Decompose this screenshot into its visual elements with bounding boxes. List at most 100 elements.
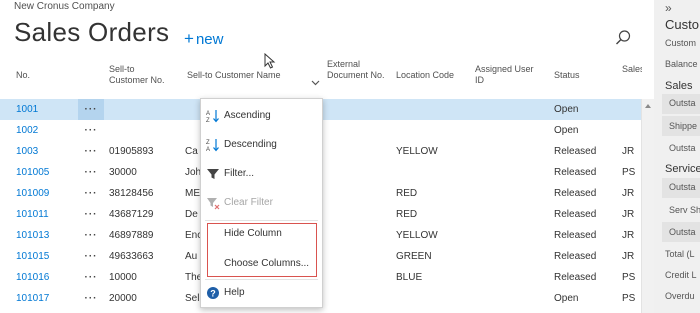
order-no-link[interactable]: 101011: [16, 204, 49, 225]
column-header-status[interactable]: Status: [554, 70, 580, 81]
factbox-item[interactable]: Balance: [665, 59, 698, 69]
factbox-cue[interactable]: Outsta: [669, 227, 696, 237]
table-row[interactable]: 101005 ··· 30000 Joh Released PS: [0, 162, 654, 183]
sort-ascending-icon: A Z: [206, 110, 219, 123]
location-code-cell: YELLOW: [396, 146, 438, 157]
column-header-salesperson-code[interactable]: Salesperson Code: [622, 64, 642, 75]
location-code-cell: RED: [396, 209, 418, 220]
factbox-cue[interactable]: Serv Sh: [669, 205, 700, 215]
sell-to-customer-name-cell: The: [185, 272, 201, 283]
row-actions-ellipsis[interactable]: ···: [78, 225, 104, 246]
table-row[interactable]: 101016 ··· 10000 The BLUE Released PS: [0, 267, 654, 288]
sell-to-customer-no-cell: 20000: [109, 293, 137, 304]
salesperson-code-cell: JR: [622, 230, 635, 241]
row-actions-ellipsis[interactable]: ···: [78, 183, 104, 204]
status-cell: Open: [554, 104, 579, 115]
salesperson-code-cell: JR: [622, 146, 635, 157]
order-no-link[interactable]: 101009: [16, 183, 49, 204]
sell-to-customer-name-cell: Enc: [185, 230, 201, 241]
order-no-link[interactable]: 101017: [16, 288, 49, 309]
factbox-item[interactable]: Custom: [665, 38, 696, 48]
row-actions-ellipsis[interactable]: ···: [78, 288, 104, 309]
row-actions-ellipsis[interactable]: ···: [78, 120, 104, 141]
collapse-factbox-icon[interactable]: »: [665, 1, 672, 15]
factbox-cue[interactable]: Outsta: [669, 182, 696, 192]
filter-icon: [207, 169, 219, 179]
table-row[interactable]: 1002 ··· Open: [0, 120, 654, 141]
menu-item-clear-filter: Clear Filter: [201, 188, 322, 217]
column-header-assigned-user-id[interactable]: Assigned User ID: [475, 64, 535, 86]
new-button[interactable]: + new: [184, 29, 223, 49]
salesperson-code-cell: JR: [622, 209, 635, 220]
sell-to-customer-no-cell: 46897889: [109, 230, 154, 241]
sell-to-customer-no-cell: 01905893: [109, 146, 154, 157]
column-header-sell-to-customer-name[interactable]: Sell-to Customer Name: [187, 70, 281, 81]
order-no-link[interactable]: 1002: [16, 120, 38, 141]
status-cell: Released: [554, 188, 597, 199]
order-no-link[interactable]: 1003: [16, 141, 38, 162]
order-no-link[interactable]: 101005: [16, 162, 49, 183]
sell-to-customer-no-cell: 30000: [109, 167, 137, 178]
row-actions-ellipsis[interactable]: ···: [78, 162, 104, 183]
svg-text:A: A: [206, 111, 210, 117]
order-no-link[interactable]: 101013: [16, 225, 49, 246]
table-row[interactable]: 101015 ··· 49633663 Au GREEN Released JR: [0, 246, 654, 267]
location-code-cell: YELLOW: [396, 230, 438, 241]
status-cell: Open: [554, 293, 579, 304]
company-name: New Cronus Company: [14, 1, 115, 12]
column-header-location-code[interactable]: Location Code: [396, 70, 454, 81]
vertical-scrollbar[interactable]: [641, 99, 654, 313]
status-cell: Released: [554, 167, 597, 178]
salesperson-code-cell: JR: [622, 188, 635, 199]
column-header-sell-to-customer-no[interactable]: Sell-to Customer No.: [109, 64, 169, 86]
factbox-item[interactable]: Credit L: [665, 270, 697, 280]
salesperson-code-cell: PS: [622, 293, 636, 304]
column-header-salesperson-code-label: Salesperson Code: [622, 64, 642, 74]
sell-to-customer-no-cell: 38128456: [109, 188, 154, 199]
help-icon: ?: [207, 287, 219, 299]
search-icon[interactable]: [614, 29, 632, 47]
sell-to-customer-name-cell: De: [185, 209, 198, 220]
order-no-link[interactable]: 101016: [16, 267, 49, 288]
table-row[interactable]: 101017 ··· 20000 Sel Open PS: [0, 288, 654, 309]
menu-item-ascending[interactable]: A Z Ascending: [201, 101, 322, 130]
new-button-label: new: [195, 31, 224, 48]
menu-item-help[interactable]: ? Help: [201, 278, 322, 307]
factbox-cue[interactable]: Shippe: [669, 121, 697, 131]
row-actions-ellipsis[interactable]: ···: [78, 141, 104, 162]
sell-to-customer-name-cell: Sel: [185, 293, 200, 304]
sell-to-customer-no-cell: 10000: [109, 272, 137, 283]
salesperson-code-cell: PS: [622, 167, 636, 178]
table-row[interactable]: 1001 ··· Open: [0, 99, 654, 120]
sell-to-customer-name-cell: Joh: [185, 167, 201, 178]
sell-to-customer-name-cell: Au: [185, 251, 198, 262]
row-actions-ellipsis[interactable]: ···: [78, 204, 104, 225]
chevron-down-icon[interactable]: [311, 80, 320, 86]
table-row[interactable]: 101011 ··· 43687129 De RED Released JR: [0, 204, 654, 225]
table-row[interactable]: 1003 ··· 01905893 Ca YELLOW Released JR: [0, 141, 654, 162]
order-no-link[interactable]: 101015: [16, 246, 49, 267]
order-no-link[interactable]: 1001: [16, 99, 38, 120]
factbox-cue[interactable]: Outsta: [669, 143, 696, 153]
menu-item-ascending-label: Ascending: [224, 110, 271, 121]
menu-item-filter[interactable]: Filter...: [201, 159, 322, 188]
factbox-pane: » Custo Custom Balance Sales Outsta Ship…: [654, 0, 700, 313]
column-header-external-document-no[interactable]: External Document No.: [327, 59, 387, 81]
salesperson-code-cell: JR: [622, 251, 635, 262]
svg-text:?: ?: [210, 289, 216, 299]
sort-descending-icon: Z A: [206, 139, 219, 152]
menu-item-descending[interactable]: Z A Descending: [201, 130, 322, 159]
row-actions-ellipsis[interactable]: ···: [78, 246, 104, 267]
row-actions-ellipsis[interactable]: ···: [78, 99, 104, 120]
factbox-item[interactable]: Total (L: [665, 249, 695, 259]
table-row[interactable]: 101013 ··· 46897889 Enc YELLOW Released JR: [0, 225, 654, 246]
status-cell: Released: [554, 251, 597, 262]
row-actions-ellipsis[interactable]: ···: [78, 267, 104, 288]
table-row[interactable]: 101009 ··· 38128456 ME RED Released JR: [0, 183, 654, 204]
status-cell: Released: [554, 209, 597, 220]
factbox-item[interactable]: Overdu: [665, 291, 695, 301]
factbox-cue[interactable]: Outsta: [669, 98, 696, 108]
scroll-up-arrow-icon[interactable]: [645, 104, 651, 108]
menu-item-filter-label: Filter...: [224, 168, 255, 179]
column-header-no[interactable]: No.: [16, 70, 30, 81]
